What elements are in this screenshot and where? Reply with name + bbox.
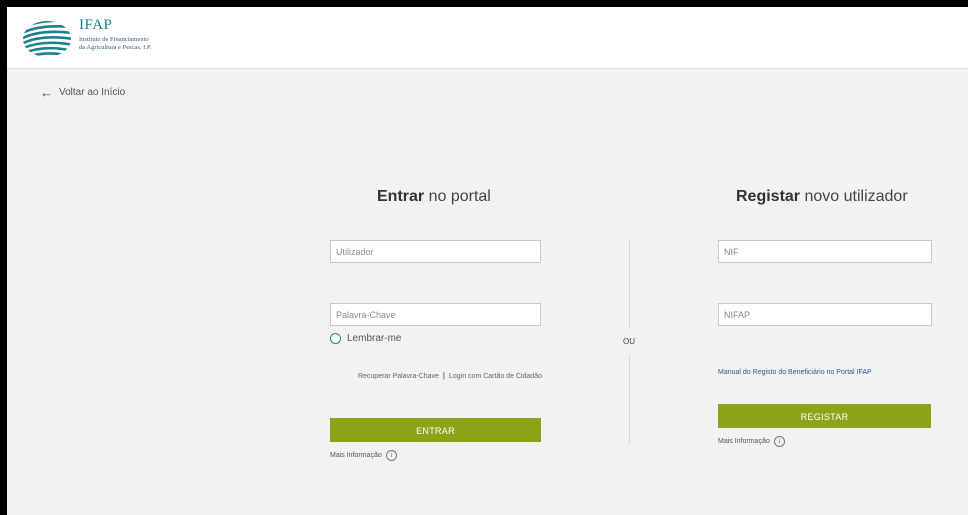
arrow-left-icon: ← xyxy=(40,84,53,100)
login-heading-bold: Entrar xyxy=(377,188,425,205)
login-button[interactable]: ENTRAR xyxy=(330,418,541,442)
register-heading-rest: novo utilizador xyxy=(800,188,908,205)
info-icon: i xyxy=(385,450,397,461)
logo-title: IFAP xyxy=(79,17,113,33)
register-more-info-label: Mais Informação xyxy=(718,438,770,445)
password-input[interactable] xyxy=(330,303,541,326)
recover-password-link[interactable]: Recuperar Palavra-Chave xyxy=(358,373,439,380)
back-to-home-link[interactable]: ← Voltar ao Início xyxy=(40,84,126,100)
registration-manual-link[interactable]: Manual do Registo do Beneficiário no Por… xyxy=(718,369,872,376)
ifap-logo-icon[interactable] xyxy=(21,15,77,59)
or-separator: OU xyxy=(623,337,635,346)
username-input[interactable] xyxy=(330,240,541,263)
page: IFAP Instituto de Financiamento da Agric… xyxy=(7,7,968,515)
divider-bottom xyxy=(629,354,630,444)
login-more-info-label: Mais Informação xyxy=(330,452,382,459)
logo-subtitle-line-2: da Agricultura e Pescas, I.P. xyxy=(79,43,152,51)
register-heading-bold: Registar xyxy=(736,188,801,205)
register-heading: Registar novo utilizador xyxy=(736,188,908,206)
nifap-input[interactable] xyxy=(718,303,932,326)
back-label: Voltar ao Início xyxy=(59,87,126,98)
login-more-info[interactable]: Mais Informação i xyxy=(330,450,397,461)
citizen-card-login-link[interactable]: Login com Cartão de Cidadão xyxy=(449,373,542,380)
login-help-links: Recuperar Palavra-Chave | Login com Cartão… xyxy=(330,369,542,383)
logo-subtitle-line-1: Instituto de Financiamento xyxy=(79,36,149,43)
register-button[interactable]: REGISTAR xyxy=(718,404,931,428)
logo-subtitle: Instituto de Financiamento da Agricultur… xyxy=(79,36,151,51)
link-separator: | xyxy=(442,371,445,380)
remember-me-toggle[interactable]: Lembrar-me xyxy=(330,333,401,344)
nif-input[interactable] xyxy=(718,240,932,263)
register-more-info[interactable]: Mais Informação i xyxy=(718,436,785,447)
info-icon: i xyxy=(773,436,785,447)
login-heading-rest: no portal xyxy=(424,188,491,205)
divider-top xyxy=(629,240,630,328)
remember-me-label: Lembrar-me xyxy=(347,333,402,344)
header: IFAP Instituto de Financiamento da Agric… xyxy=(7,7,968,69)
remember-me-radio[interactable] xyxy=(330,333,341,344)
login-heading: Entrar no portal xyxy=(377,188,491,206)
